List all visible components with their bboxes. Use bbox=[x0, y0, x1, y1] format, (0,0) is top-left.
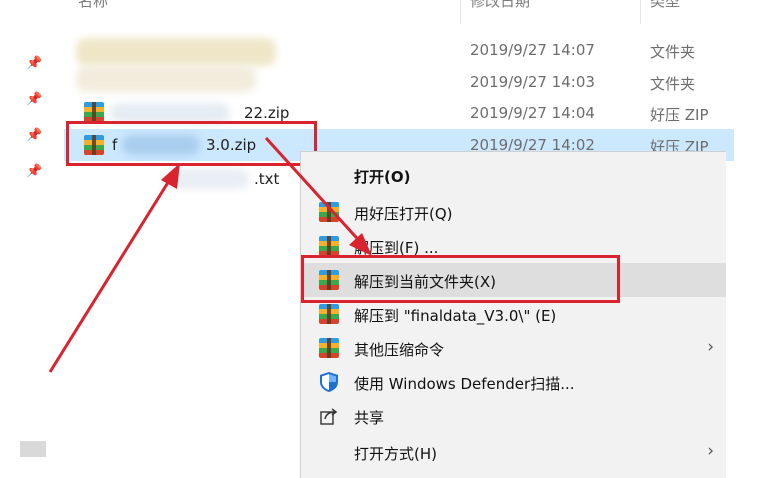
menu-item-label: 其他压缩命令 bbox=[354, 341, 445, 359]
annotation-highlight-file bbox=[66, 121, 317, 166]
file-name: .txt bbox=[254, 170, 280, 188]
blurred-filename bbox=[110, 103, 230, 123]
file-type: 文件夹 bbox=[650, 75, 696, 93]
navigation-pane: 📌 📌 📌 📌 bbox=[0, 0, 60, 477]
pin-icon[interactable]: 📌 bbox=[26, 164, 42, 180]
menu-item-open-with[interactable]: 打开方式(H) › bbox=[301, 435, 726, 469]
column-header-date[interactable]: 修改日期 bbox=[470, 0, 530, 16]
haozip-icon bbox=[319, 202, 339, 222]
pin-icon[interactable]: 📌 bbox=[26, 56, 42, 72]
file-name: 22.zip bbox=[244, 104, 290, 122]
annotation-highlight-menu-item bbox=[301, 255, 620, 303]
menu-item-label: 打开方式(H) bbox=[354, 445, 437, 463]
file-explorer: 📌 📌 📌 📌 名称 修改日期 类型 2019/9/27 14:07 文件夹 2… bbox=[0, 0, 768, 478]
haozip-icon bbox=[319, 236, 339, 256]
menu-item-open-with-haozip[interactable]: 用好压打开(Q) bbox=[301, 195, 726, 229]
pin-icon[interactable]: 📌 bbox=[26, 128, 42, 144]
nav-scroll-thumb[interactable] bbox=[20, 441, 46, 457]
menu-item-label: 共享 bbox=[354, 409, 385, 427]
menu-item-label: 打开(O) bbox=[354, 168, 411, 186]
file-row[interactable]: 2019/9/27 14:03 文件夹 bbox=[64, 66, 734, 98]
chevron-right-icon: › bbox=[707, 441, 714, 461]
menu-item-share[interactable]: 共享 bbox=[301, 399, 726, 433]
file-date: 2019/9/27 14:07 bbox=[470, 41, 595, 59]
file-date: 2019/9/27 14:04 bbox=[470, 104, 595, 122]
menu-item-label: 使用 Windows Defender扫描... bbox=[354, 375, 575, 393]
file-type: 文件夹 bbox=[650, 43, 696, 61]
column-divider[interactable] bbox=[460, 0, 461, 24]
chevron-right-icon: › bbox=[707, 337, 714, 357]
column-header-name[interactable]: 名称 bbox=[78, 0, 108, 16]
shield-icon bbox=[320, 372, 338, 392]
haozip-icon bbox=[319, 304, 339, 324]
haozip-icon bbox=[319, 338, 339, 358]
column-divider[interactable] bbox=[640, 0, 641, 24]
blurred-filename bbox=[76, 66, 256, 92]
file-row[interactable]: 2019/9/27 14:07 文件夹 bbox=[64, 34, 734, 66]
file-date: 2019/9/27 14:03 bbox=[470, 73, 595, 91]
annotation-arrow-up bbox=[48, 175, 174, 373]
share-icon bbox=[320, 408, 338, 425]
menu-item-label: 用好压打开(Q) bbox=[354, 205, 453, 223]
menu-item-label: 解压到 "finaldata_V3.0\" (E) bbox=[354, 307, 557, 325]
column-header-type[interactable]: 类型 bbox=[650, 0, 680, 16]
menu-item-other-compress[interactable]: 其他压缩命令 › bbox=[301, 331, 726, 365]
blurred-filename bbox=[76, 38, 276, 66]
pin-icon[interactable]: 📌 bbox=[26, 92, 42, 108]
zip-archive-icon bbox=[84, 102, 104, 122]
blurred-filename bbox=[164, 169, 250, 189]
menu-item-defender-scan[interactable]: 使用 Windows Defender扫描... bbox=[301, 365, 726, 399]
context-menu: 打开(O) 用好压打开(Q) 解压到(F) ... 解压到当前文件夹(X) 解压… bbox=[300, 151, 726, 478]
menu-item-open[interactable]: 打开(O) bbox=[301, 158, 726, 192]
file-type: 好压 ZIP bbox=[650, 106, 709, 124]
